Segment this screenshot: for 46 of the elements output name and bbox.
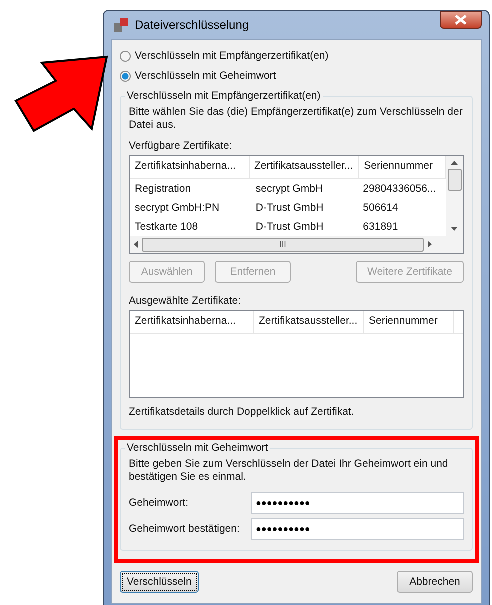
scroll-left-icon[interactable] xyxy=(134,241,138,248)
hint-text: Zertifikatsdetails durch Doppelklick auf Zertifikat. xyxy=(129,406,356,419)
column-header[interactable]: Zertifikatsaussteller... xyxy=(250,156,360,178)
table-cell-text: 631891 xyxy=(362,220,400,232)
table-label: Verfügbare Zertifikate: xyxy=(129,140,234,152)
table-cell-text: Registration xyxy=(134,182,192,194)
scroll-thumb[interactable] xyxy=(448,169,462,191)
table-cell-text: secrypt GmbH:PN xyxy=(134,202,221,214)
table-cell-text: D-Trust GmbH xyxy=(254,220,325,232)
field-label: Geheimwort: xyxy=(129,497,190,509)
field-label: Geheimwort bestätigen: xyxy=(129,523,241,535)
column-header[interactable]: Seriennummer xyxy=(364,311,454,333)
scroll-up-icon[interactable] xyxy=(451,161,458,165)
close-button[interactable] xyxy=(440,11,482,29)
dialog-button[interactable]: Abbrechen xyxy=(397,571,473,593)
table-cell-text: 29804336056... xyxy=(362,182,438,194)
radio-option[interactable]: Verschlüsseln mit Geheimwort xyxy=(120,66,473,86)
table-label: Ausgewählte Zertifikate: xyxy=(129,295,242,307)
password-field[interactable]: ●●●●●●●●●● xyxy=(251,518,464,540)
radio-button[interactable] xyxy=(120,50,131,62)
scroll-grip[interactable]: III xyxy=(142,238,424,252)
group-title: Verschlüsseln mit Empfängerzertifikat(en) xyxy=(126,90,322,102)
instructions-text: Bitte geben Sie zum Verschlüsseln der Datei Ihr Geheimwort ein und bestätigen Sie es einmal. xyxy=(129,458,450,484)
table-cell-text: 506614 xyxy=(362,202,400,214)
vertical-scrollbar[interactable] xyxy=(446,156,463,236)
window-title: Dateiverschlüsselung xyxy=(135,18,250,32)
table-cell-text: Testkarte 108 xyxy=(134,220,200,232)
horizontal-scrollbar[interactable]: III xyxy=(130,236,463,253)
radio-label: Verschlüsseln mit Empfängerzertifikat(en) xyxy=(135,50,329,62)
column-header[interactable]: Zertifikatsaussteller... xyxy=(254,311,364,333)
instructions-text: Bitte wählen Sie das (die) Empfängerzertifikat(e) zum Verschlüsseln der Datei aus. xyxy=(129,106,464,132)
radio-button[interactable] xyxy=(120,70,131,82)
radio-option[interactable]: Verschlüsseln mit Empfängerzertifikat(en) xyxy=(120,46,473,66)
table-cell-text: secrypt GmbH xyxy=(254,182,324,194)
password-field[interactable]: ●●●●●●●●●● xyxy=(251,492,464,514)
close-icon xyxy=(455,15,467,25)
arrow-icon xyxy=(12,55,110,133)
scroll-right-icon[interactable] xyxy=(428,241,432,248)
dialog-button[interactable]: Verschlüsseln xyxy=(120,571,199,593)
table-cell-text: D-Trust GmbH xyxy=(254,202,325,214)
group-title: Verschlüsseln mit Geheimwort xyxy=(126,442,270,454)
app-icon xyxy=(113,17,129,33)
column-header[interactable]: Zertifikatsinhaberna... xyxy=(130,311,254,333)
radio-label: Verschlüsseln mit Geheimwort xyxy=(135,70,276,82)
column-header[interactable]: Zertifikatsinhaberna... xyxy=(130,156,250,178)
scroll-down-icon[interactable] xyxy=(451,227,458,231)
